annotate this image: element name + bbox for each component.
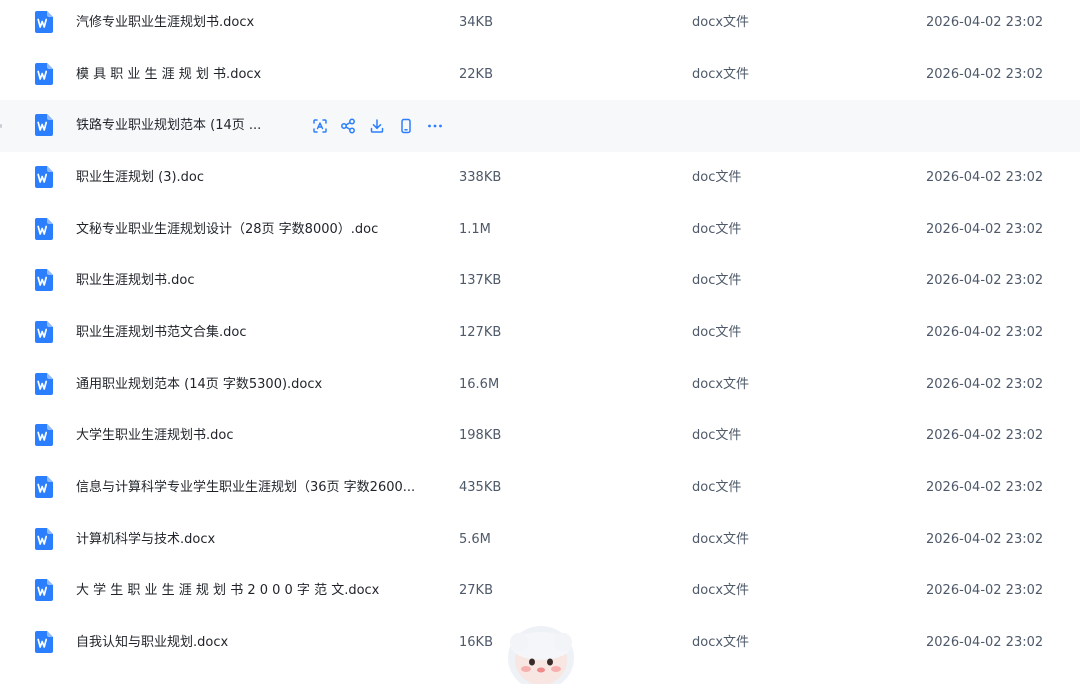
file-size: 127KB [459, 324, 502, 340]
file-type: doc文件 [692, 221, 742, 237]
word-doc-icon [35, 62, 53, 85]
file-size: 27KB [459, 583, 493, 599]
file-type: docx文件 [692, 531, 750, 547]
file-size: 16.6M [459, 376, 500, 392]
file-type: docx文件 [692, 376, 750, 392]
file-date: 2026-04-02 23:02 [926, 15, 1044, 30]
scan-icon[interactable] [310, 116, 330, 136]
word-doc-icon [35, 372, 53, 395]
file-row[interactable]: 模 具 职 业 生 涯 规 划 书.docx 22KB docx文件 2026-… [0, 49, 1080, 101]
file-row-hovered[interactable]: 铁路专业职业规划范本 (14页 ... [0, 100, 1080, 153]
mascot-assistant-icon[interactable] [506, 624, 576, 688]
file-date: 2026-04-02 23:02 [926, 324, 1044, 340]
file-row[interactable]: 大 学 生 职 业 生 涯 规 划 书 2 0 0 0 字 范 文.docx 2… [0, 565, 1080, 617]
file-name[interactable]: 大 学 生 职 业 生 涯 规 划 书 2 0 0 0 字 范 文.docx [76, 565, 379, 617]
file-size: 22KB [459, 66, 493, 82]
word-doc-icon [35, 630, 53, 653]
file-row[interactable]: 通用职业规划范本 (14页 字数5300).docx 16.6M docx文件 … [0, 359, 1080, 411]
file-date: 2026-04-02 23:02 [926, 376, 1044, 392]
file-name[interactable]: 模 具 职 业 生 涯 规 划 书.docx [76, 49, 261, 101]
file-name[interactable]: 文秘专业职业生涯规划设计（28页 字数8000）.doc [76, 204, 378, 256]
file-name[interactable]: 大学生职业生涯规划书.doc [76, 410, 234, 462]
word-doc-icon [35, 579, 53, 602]
file-size: 435KB [459, 479, 502, 495]
file-size: 5.6M [459, 531, 491, 547]
file-row[interactable]: 信息与计算科学专业学生职业生涯规划（36页 字数2600... 435KB do… [0, 462, 1080, 514]
file-type: doc文件 [692, 169, 742, 185]
word-doc-icon [35, 217, 53, 240]
file-date: 2026-04-02 23:02 [926, 66, 1044, 82]
file-name[interactable]: 通用职业规划范本 (14页 字数5300).docx [76, 359, 322, 411]
file-name[interactable]: 职业生涯规划 (3).doc [76, 152, 204, 204]
file-type: docx文件 [692, 15, 750, 30]
file-row[interactable]: 职业生涯规划 (3).doc 338KB doc文件 2026-04-02 23… [0, 152, 1080, 204]
file-date: 2026-04-02 23:02 [926, 273, 1044, 289]
word-doc-icon [35, 11, 53, 33]
file-type: doc文件 [692, 428, 742, 444]
word-doc-icon [35, 320, 53, 343]
word-doc-icon [35, 114, 53, 137]
file-name[interactable]: 信息与计算科学专业学生职业生涯规划（36页 字数2600... [76, 462, 415, 514]
more-icon[interactable] [425, 116, 445, 136]
file-name[interactable]: 职业生涯规划书.doc [76, 255, 195, 307]
file-type: docx文件 [692, 583, 750, 599]
file-type: doc文件 [692, 479, 742, 495]
file-type: doc文件 [692, 273, 742, 289]
file-row[interactable]: 大学生职业生涯规划书.doc 198KB doc文件 2026-04-02 23… [0, 410, 1080, 462]
phone-icon[interactable] [396, 116, 416, 136]
file-name[interactable]: 自我认知与职业规划.docx [76, 617, 228, 669]
file-type: docx文件 [692, 634, 750, 650]
file-row[interactable]: 职业生涯规划书范文合集.doc 127KB doc文件 2026-04-02 2… [0, 307, 1080, 359]
file-size: 338KB [459, 169, 502, 185]
file-date: 2026-04-02 23:02 [926, 531, 1044, 547]
file-name[interactable]: 汽修专业职业生涯规划书.docx [76, 0, 254, 49]
file-type: docx文件 [692, 66, 750, 82]
row-select-marker [0, 124, 2, 129]
share-icon[interactable] [338, 116, 358, 136]
file-date: 2026-04-02 23:02 [926, 169, 1044, 185]
file-row[interactable]: 文秘专业职业生涯规划设计（28页 字数8000）.doc 1.1M doc文件 … [0, 204, 1080, 256]
file-type: doc文件 [692, 324, 742, 340]
file-size: 16KB [459, 634, 493, 650]
file-date: 2026-04-02 23:02 [926, 221, 1044, 237]
file-size: 198KB [459, 428, 502, 444]
file-row[interactable]: 计算机科学与技术.docx 5.6M docx文件 2026-04-02 23:… [0, 514, 1080, 566]
file-size: 137KB [459, 273, 502, 289]
download-icon[interactable] [367, 116, 387, 136]
word-doc-icon [35, 269, 53, 292]
file-date: 2026-04-02 23:02 [926, 428, 1044, 444]
file-date: 2026-04-02 23:02 [926, 634, 1044, 650]
word-doc-icon [35, 165, 53, 188]
file-list: 汽修专业职业生涯规划书.docx 34KB docx文件 2026-04-02 … [0, 0, 1080, 670]
word-doc-icon [35, 424, 53, 447]
file-size: 34KB [459, 15, 493, 30]
file-name[interactable]: 铁路专业职业规划范本 (14页 ... [76, 100, 261, 152]
word-doc-icon [35, 527, 53, 550]
file-name[interactable]: 计算机科学与技术.docx [76, 514, 215, 566]
file-name[interactable]: 职业生涯规划书范文合集.doc [76, 307, 247, 359]
file-date: 2026-04-02 23:02 [926, 479, 1044, 495]
word-doc-icon [35, 475, 53, 498]
file-row[interactable]: 职业生涯规划书.doc 137KB doc文件 2026-04-02 23:02 [0, 255, 1080, 307]
file-row[interactable]: 汽修专业职业生涯规划书.docx 34KB docx文件 2026-04-02 … [0, 0, 1080, 49]
file-date: 2026-04-02 23:02 [926, 583, 1044, 599]
file-size: 1.1M [459, 221, 491, 237]
